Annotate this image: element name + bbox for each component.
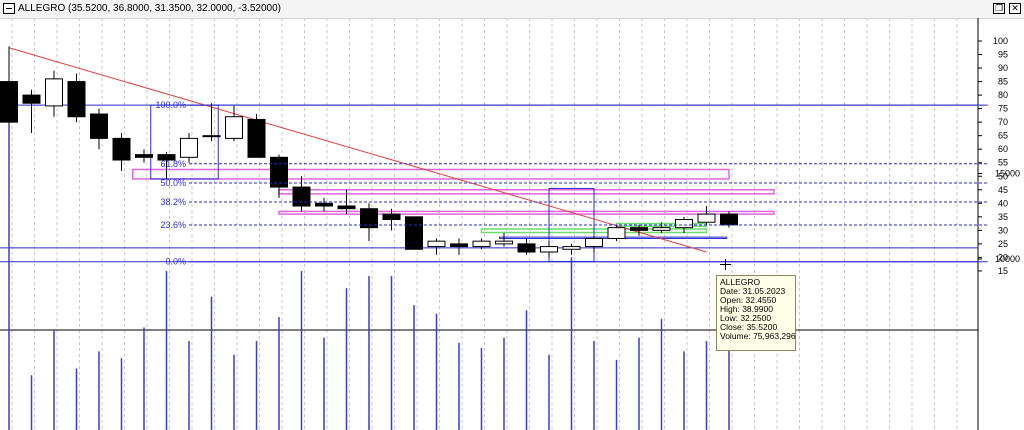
fib-label: 50.0% xyxy=(160,178,186,188)
candle-body xyxy=(495,240,513,245)
price-tick-label: 65 xyxy=(998,131,1008,141)
candle-body xyxy=(427,240,446,248)
candle xyxy=(405,216,423,250)
candle xyxy=(540,241,558,258)
candle-body xyxy=(630,227,648,231)
price-tick-label: 85 xyxy=(998,77,1008,87)
candle-body xyxy=(180,137,198,158)
price-tick-label: 45 xyxy=(998,185,1008,195)
candle-body xyxy=(675,219,693,229)
candle-body xyxy=(0,81,18,123)
price-axis: 1520253035404550556065707580859095100 xyxy=(977,18,1008,430)
candle xyxy=(90,108,108,150)
candle xyxy=(562,243,581,255)
price-tick-label: 55 xyxy=(998,158,1008,168)
resistance-zone xyxy=(278,189,775,195)
candle xyxy=(495,233,513,247)
candle xyxy=(292,176,311,212)
chart-grid xyxy=(0,18,978,430)
price-tick-label: 90 xyxy=(998,63,1008,73)
candle-body xyxy=(112,137,131,161)
candle xyxy=(112,132,131,171)
candle-body xyxy=(607,227,626,239)
candle xyxy=(22,89,41,133)
candle xyxy=(517,238,536,255)
candle-body xyxy=(315,202,333,207)
volume-tick-label: 15000 xyxy=(995,169,1020,179)
fib-label: 0.0% xyxy=(165,257,186,267)
volume-tick-label: 10000 xyxy=(995,254,1020,264)
tooltip-volume: Volume: 75,963,296 xyxy=(720,331,796,341)
candle xyxy=(45,70,63,117)
price-tick-label: 30 xyxy=(998,225,1008,235)
price-tick-label: 80 xyxy=(998,90,1008,100)
price-tick-label: 100 xyxy=(993,36,1008,46)
fib-label: 100.0% xyxy=(155,100,186,110)
candle-body xyxy=(405,216,423,250)
fibonacci-levels: 100.0% 61.8% 50.0% 38.2% 23.6% 0.0% xyxy=(155,100,988,267)
candle xyxy=(225,105,243,142)
candle-body xyxy=(652,227,671,231)
candle-body xyxy=(202,135,221,138)
candle-body xyxy=(720,213,738,226)
price-tick-label: 40 xyxy=(998,198,1008,208)
candle xyxy=(427,238,446,255)
chart-window-icon xyxy=(3,3,15,14)
candle-tooltip: ALLEGRO Date: 31.05.2023 Open: 32.4550 H… xyxy=(716,275,796,351)
price-tick-label: 25 xyxy=(998,239,1008,249)
price-chart[interactable]: 1520253035404550556065707580859095100 15… xyxy=(0,18,1024,430)
volume-bars xyxy=(8,125,730,430)
candle-body xyxy=(45,78,63,107)
candle-body xyxy=(135,154,153,158)
candle-body xyxy=(382,213,401,221)
candle-body xyxy=(247,118,266,158)
candle-body xyxy=(337,205,356,210)
candle-body xyxy=(225,116,243,139)
candle-body xyxy=(562,246,581,250)
price-tick-label: 35 xyxy=(998,212,1008,222)
price-tick-label: 70 xyxy=(998,117,1008,127)
candle-body xyxy=(697,213,716,223)
candle xyxy=(585,235,603,252)
close-button[interactable]: ✕ xyxy=(1009,3,1021,14)
fib-label: 61.8% xyxy=(160,159,186,169)
candle-body xyxy=(90,113,108,139)
price-tick-label: 75 xyxy=(998,104,1008,114)
price-tick-label: 15 xyxy=(998,266,1008,276)
restore-button[interactable]: ❐ xyxy=(993,3,1005,14)
window-title: ALLEGRO (35.5200, 36.8000, 31.3500, 32.0… xyxy=(18,3,281,14)
candle xyxy=(270,154,288,198)
window-titlebar: ALLEGRO (35.5200, 36.8000, 31.3500, 32.0… xyxy=(0,0,1024,19)
candle xyxy=(247,114,266,158)
candle xyxy=(450,238,468,255)
candle-body xyxy=(22,94,41,104)
candle xyxy=(315,197,333,212)
candle-body xyxy=(540,246,558,253)
candle-body xyxy=(292,186,311,207)
candle-body xyxy=(450,243,468,248)
candle xyxy=(135,149,153,163)
candle-body xyxy=(517,243,536,253)
price-tick-label: 95 xyxy=(998,50,1008,60)
fib-label: 23.6% xyxy=(160,220,186,230)
candle-body xyxy=(67,81,86,118)
price-tick-label: 60 xyxy=(998,144,1008,154)
candle xyxy=(360,203,378,242)
candle-body xyxy=(472,240,491,248)
candle-body xyxy=(585,237,603,248)
fib-label: 38.2% xyxy=(160,197,186,207)
candle xyxy=(67,73,86,123)
candle xyxy=(607,224,626,242)
candle xyxy=(697,206,716,225)
crosshair-cursor-icon xyxy=(720,259,731,270)
